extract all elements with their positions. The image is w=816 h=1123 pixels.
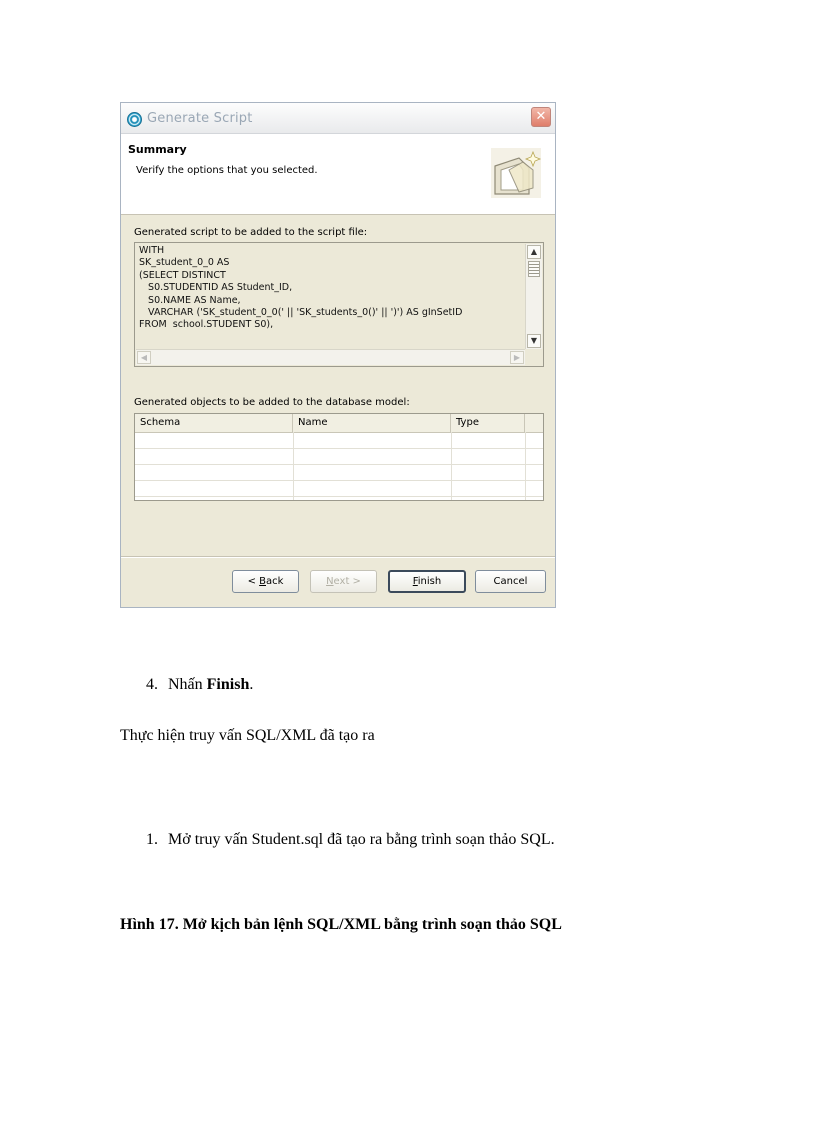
scroll-down-icon[interactable]: ▼ bbox=[527, 334, 541, 348]
next-button-mnemonic: N bbox=[326, 576, 334, 587]
generated-objects-table[interactable]: Schema Name Type bbox=[134, 413, 544, 501]
generated-script-text: WITH SK_student_0_0 AS (SELECT DISTINCT … bbox=[139, 245, 463, 331]
finish-button[interactable]: Finish bbox=[388, 570, 466, 593]
next-button[interactable]: Next > bbox=[310, 570, 377, 593]
script-wizard-banner-icon bbox=[491, 148, 542, 198]
page-description: Verify the options that you selected. bbox=[136, 165, 318, 176]
vertical-scrollbar[interactable]: ▲ ▼ bbox=[525, 244, 542, 349]
step-4-text: Nhấn bbox=[168, 676, 207, 693]
table-row[interactable] bbox=[135, 449, 543, 465]
column-header-name[interactable]: Name bbox=[293, 414, 451, 432]
table-row[interactable] bbox=[135, 481, 543, 497]
table-header: Schema Name Type bbox=[135, 414, 543, 433]
step-4-item: 4. Nhấn Finish. bbox=[146, 675, 253, 695]
column-divider bbox=[525, 432, 526, 500]
step-4-end: . bbox=[249, 676, 254, 693]
dialog-titlebar: Generate Script ✕ bbox=[121, 103, 555, 134]
table-row[interactable] bbox=[135, 433, 543, 449]
generate-script-dialog: Generate Script ✕ Summary Verify the opt… bbox=[120, 102, 556, 608]
close-icon[interactable]: ✕ bbox=[531, 107, 551, 127]
generated-script-textarea[interactable]: WITH SK_student_0_0 AS (SELECT DISTINCT … bbox=[134, 242, 544, 367]
section-heading: Thực hiện truy vấn SQL/XML đã tạo ra bbox=[120, 727, 375, 744]
script-section-label: Generated script to be added to the scri… bbox=[134, 227, 368, 238]
back-button-label: ack bbox=[266, 576, 284, 587]
wizard-header: Summary Verify the options that you sele… bbox=[121, 134, 555, 215]
step-4-number: 4. bbox=[146, 676, 158, 693]
column-header-type[interactable]: Type bbox=[451, 414, 525, 432]
wizard-app-icon bbox=[127, 112, 142, 127]
step-4-bold: Finish bbox=[206, 676, 250, 693]
cancel-button[interactable]: Cancel bbox=[475, 570, 546, 593]
dialog-title: Generate Script bbox=[147, 111, 253, 126]
step-1-number: 1. bbox=[146, 831, 158, 848]
scroll-left-icon[interactable]: ◀ bbox=[137, 351, 151, 364]
page-title: Summary bbox=[128, 143, 187, 156]
table-row[interactable] bbox=[135, 465, 543, 481]
button-bar-separator bbox=[121, 556, 555, 558]
scroll-thumb[interactable] bbox=[528, 261, 540, 277]
next-button-label: ext > bbox=[333, 576, 361, 587]
back-button[interactable]: < Back bbox=[232, 570, 299, 593]
column-header-schema[interactable]: Schema bbox=[135, 414, 293, 432]
figure-caption: Hình 17. Mở kịch bản lệnh SQL/XML bằng t… bbox=[120, 916, 562, 933]
back-button-mnemonic: B bbox=[259, 576, 266, 587]
scroll-up-icon[interactable]: ▲ bbox=[527, 245, 541, 259]
column-divider bbox=[293, 432, 294, 500]
back-button-prefix: < bbox=[247, 576, 260, 587]
step-1-text: Mở truy vấn Student.sql đã tạo ra bằng t… bbox=[168, 831, 555, 848]
column-divider bbox=[451, 432, 452, 500]
objects-section-label: Generated objects to be added to the dat… bbox=[134, 397, 410, 408]
finish-button-label: inish bbox=[417, 576, 442, 587]
scroll-right-icon[interactable]: ▶ bbox=[510, 351, 524, 364]
horizontal-scrollbar[interactable]: ◀ ▶ bbox=[136, 349, 525, 365]
step-1-item: 1. Mở truy vấn Student.sql đã tạo ra bằn… bbox=[146, 830, 555, 850]
